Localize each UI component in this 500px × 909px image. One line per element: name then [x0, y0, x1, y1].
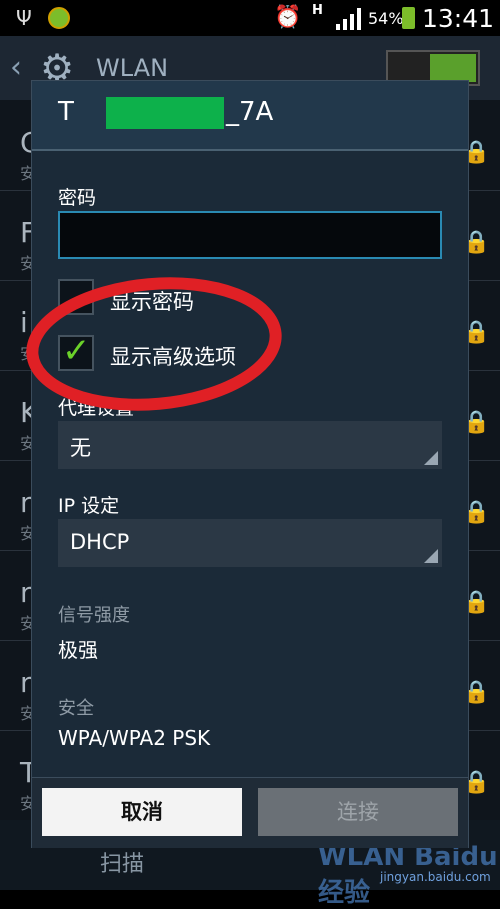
battery-icon: [402, 7, 415, 29]
signal-strength-value: 极强: [58, 638, 98, 662]
security-label: 安全: [58, 698, 94, 719]
ip-settings-label: IP 设定: [58, 495, 120, 517]
redaction-block: [106, 97, 224, 129]
cancel-button[interactable]: 取消: [42, 788, 242, 836]
dialog-title-prefix: T: [58, 97, 74, 127]
app-notification-icon: [48, 7, 70, 29]
ip-settings-select[interactable]: DHCP: [58, 519, 442, 567]
clock: 13:41: [422, 4, 495, 33]
proxy-value: 无: [70, 436, 91, 460]
dropdown-corner-icon: [424, 451, 438, 465]
status-bar: Ψ ⏰ H 54% 13:41: [0, 0, 500, 36]
password-label: 密码: [58, 187, 97, 209]
watermark-url: jingyan.baidu.com: [380, 870, 491, 884]
security-value: WPA/WPA2 PSK: [58, 726, 211, 750]
proxy-select[interactable]: 无: [58, 421, 442, 469]
toggle-knob: [430, 54, 476, 82]
alarm-icon: ⏰: [274, 5, 302, 30]
back-arrow-icon[interactable]: ‹: [10, 50, 22, 85]
dialog-header: T _7A: [32, 81, 468, 151]
dialog-title-suffix: _7A: [226, 97, 274, 127]
page-title: WLAN: [96, 54, 169, 82]
signal-icon: [336, 8, 361, 30]
signal-strength-label: 信号强度: [58, 605, 130, 626]
wifi-connect-dialog: T _7A 密码 显示密码 ✓ 显示高级选项 代理设置 无 IP 设定 DHCP…: [31, 80, 469, 848]
password-input[interactable]: [58, 211, 442, 259]
usb-icon: Ψ: [16, 6, 32, 30]
scan-button[interactable]: 扫描: [100, 846, 144, 878]
connect-button[interactable]: 连接: [258, 788, 458, 836]
red-circle-annotation: [26, 277, 282, 411]
network-type-indicator: H: [312, 3, 323, 18]
dropdown-corner-icon: [424, 549, 438, 563]
ip-settings-value: DHCP: [70, 530, 130, 554]
battery-percent: 54%: [368, 9, 404, 28]
dialog-button-bar: 取消 连接: [32, 777, 468, 848]
